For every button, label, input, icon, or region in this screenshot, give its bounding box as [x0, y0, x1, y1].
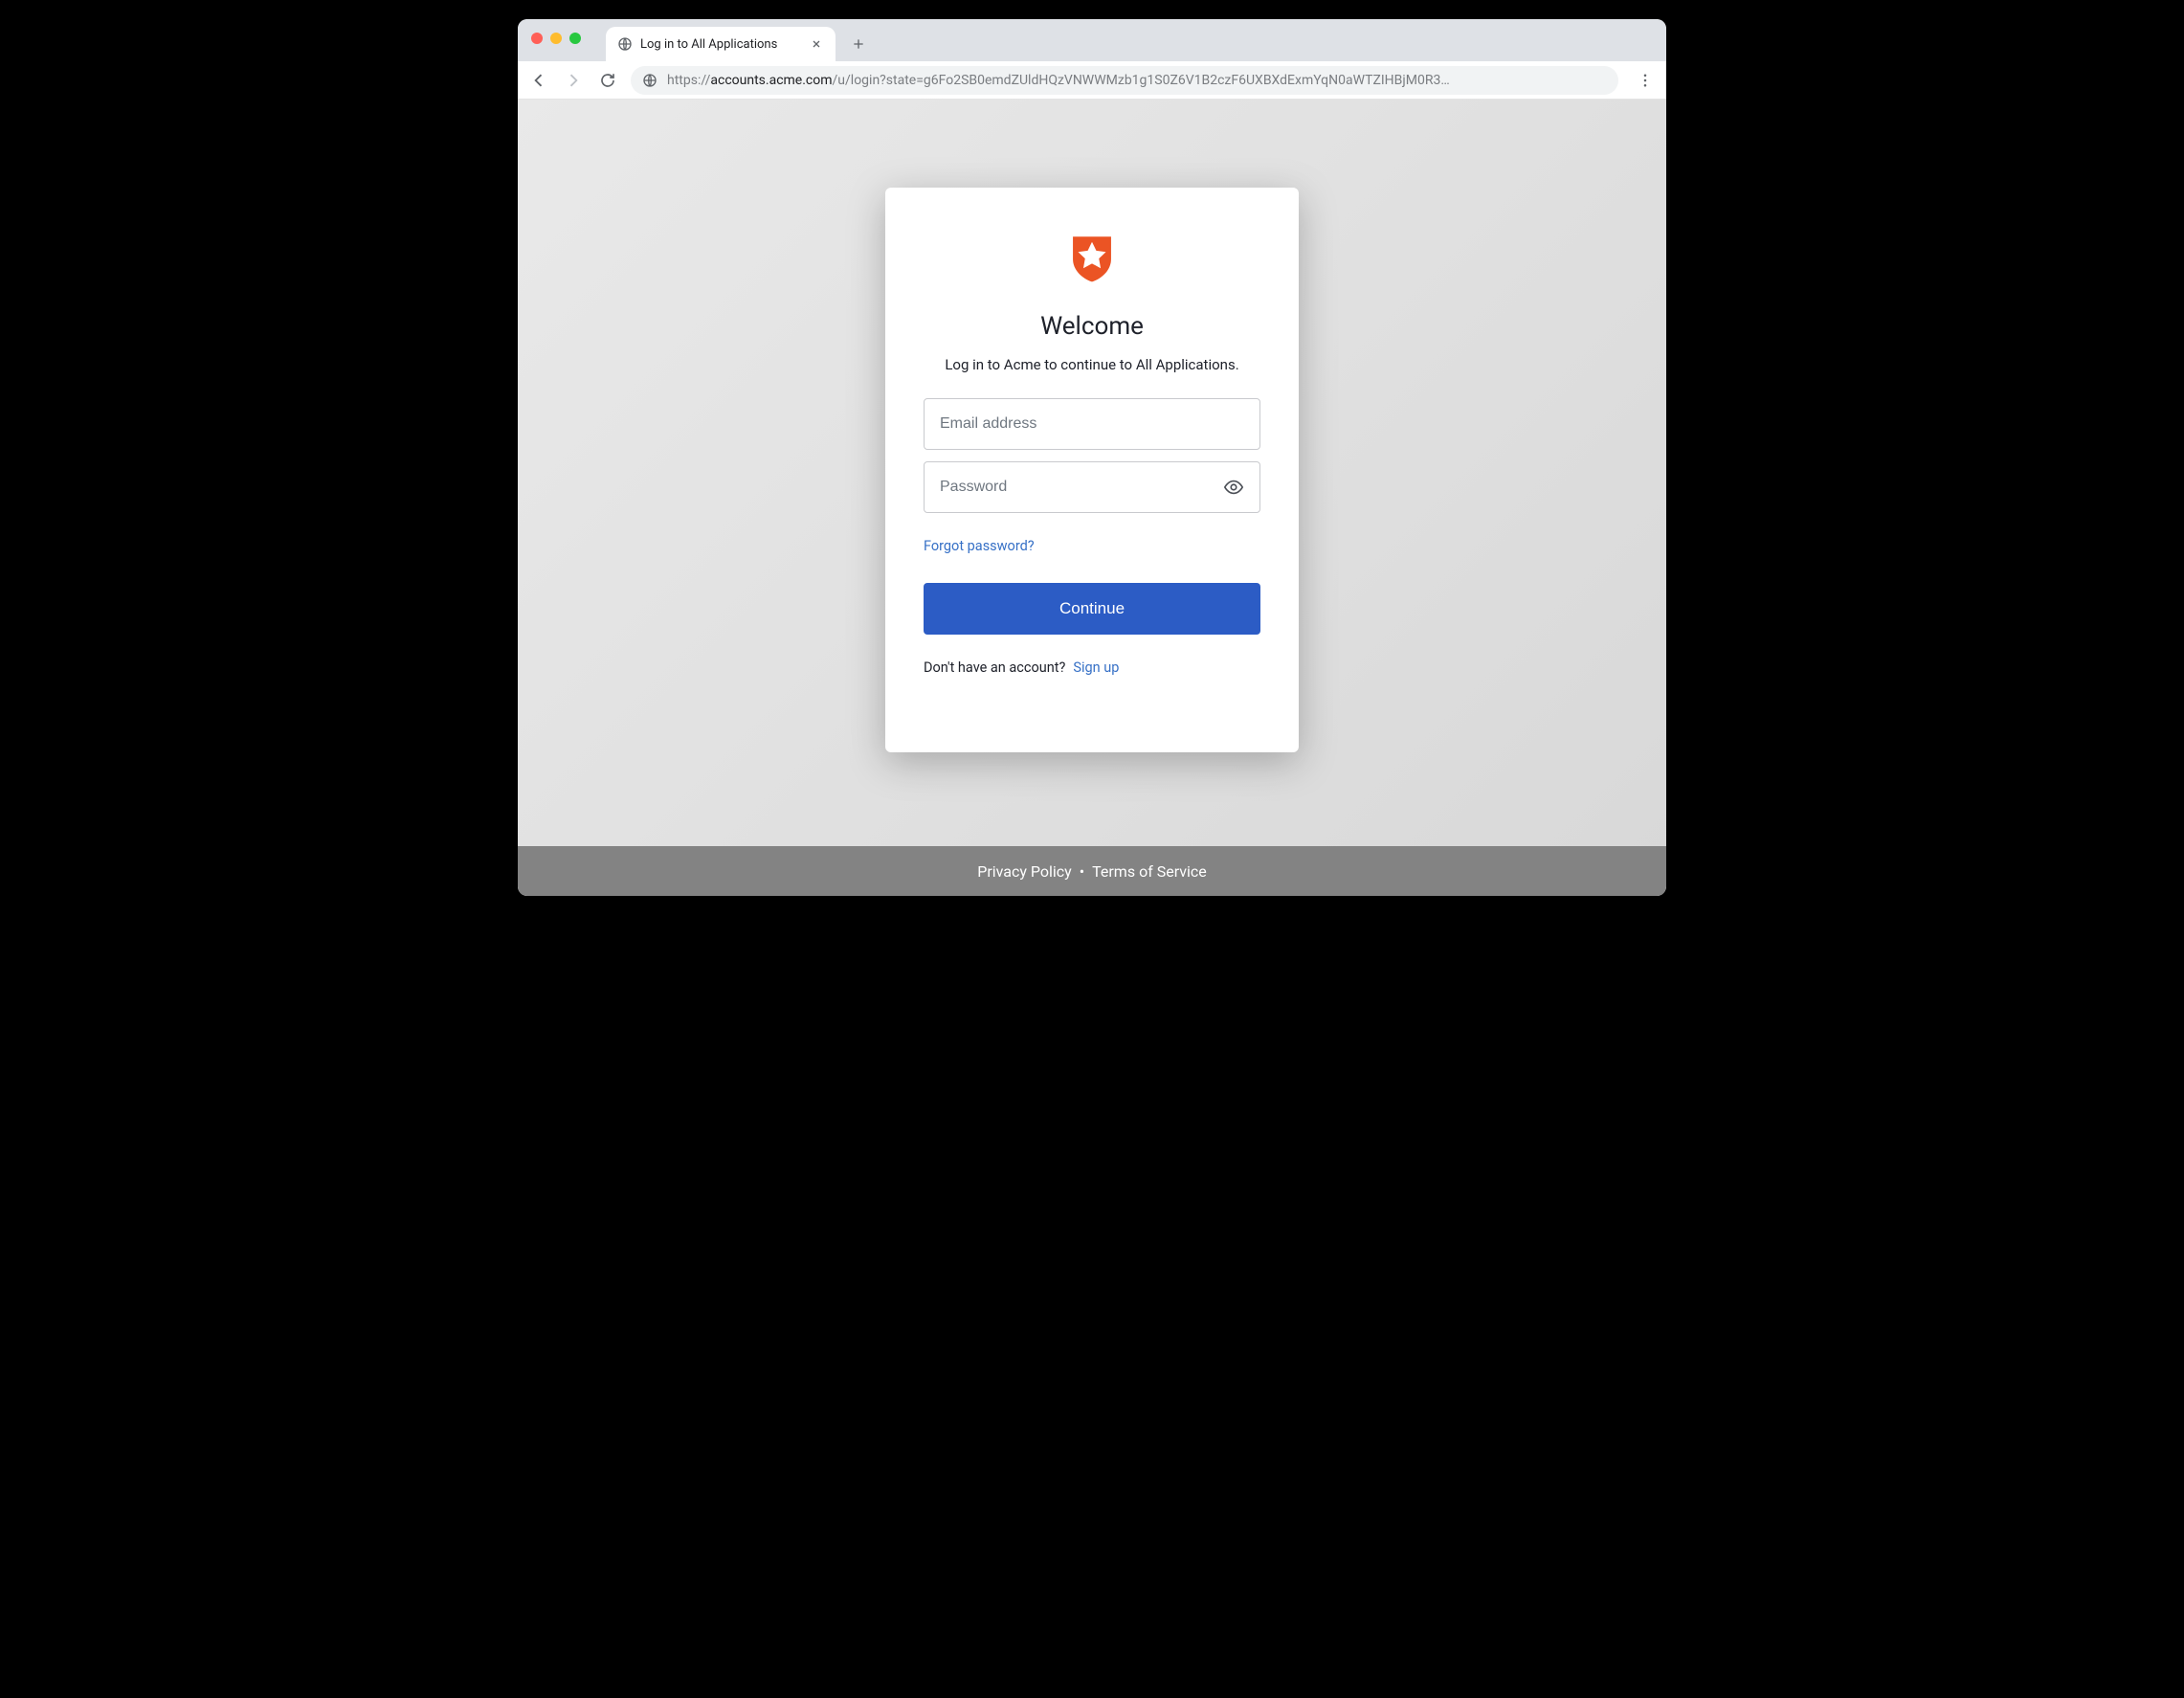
browser-window: Log in to All Applications: [518, 19, 1666, 896]
forward-button[interactable]: [562, 69, 585, 92]
signup-row: Don't have an account? Sign up: [924, 659, 1119, 676]
show-password-icon[interactable]: [1223, 477, 1244, 498]
browser-tab[interactable]: Log in to All Applications: [606, 27, 836, 61]
tab-close-button[interactable]: [809, 36, 824, 52]
password-field-wrapper: [924, 461, 1260, 513]
welcome-heading: Welcome: [1040, 312, 1144, 341]
tab-title: Log in to All Applications: [640, 37, 801, 52]
no-account-text: Don't have an account?: [924, 659, 1065, 676]
browser-menu-button[interactable]: [1634, 69, 1657, 92]
shield-star-logo-icon: [1064, 230, 1120, 285]
email-field-wrapper: [924, 398, 1260, 450]
site-info-icon[interactable]: [642, 73, 657, 88]
forgot-password-link[interactable]: Forgot password?: [924, 538, 1035, 554]
window-maximize-button[interactable]: [569, 33, 581, 44]
window-close-button[interactable]: [531, 33, 543, 44]
terms-of-service-link[interactable]: Terms of Service: [1092, 862, 1207, 881]
url-text: https://accounts.acme.com/u/login?state=…: [667, 73, 1450, 88]
privacy-policy-link[interactable]: Privacy Policy: [977, 862, 1072, 881]
login-card: Welcome Log in to Acme to continue to Al…: [885, 188, 1299, 752]
reload-button[interactable]: [596, 69, 619, 92]
signup-link[interactable]: Sign up: [1073, 659, 1119, 676]
password-field[interactable]: [940, 462, 1215, 512]
page-footer: Privacy Policy • Terms of Service: [518, 846, 1666, 896]
continue-button[interactable]: Continue: [924, 583, 1260, 635]
email-field[interactable]: [940, 399, 1244, 449]
back-button[interactable]: [527, 69, 550, 92]
address-bar[interactable]: https://accounts.acme.com/u/login?state=…: [631, 66, 1618, 95]
page-content: Welcome Log in to Acme to continue to Al…: [518, 100, 1666, 896]
tab-strip: Log in to All Applications: [518, 19, 1666, 61]
new-tab-button[interactable]: [845, 31, 872, 57]
globe-icon: [617, 36, 633, 52]
footer-separator: •: [1080, 862, 1084, 881]
window-minimize-button[interactable]: [550, 33, 562, 44]
login-subtitle: Log in to Acme to continue to All Applic…: [945, 356, 1238, 373]
browser-toolbar: https://accounts.acme.com/u/login?state=…: [518, 61, 1666, 100]
window-controls: [531, 33, 581, 44]
